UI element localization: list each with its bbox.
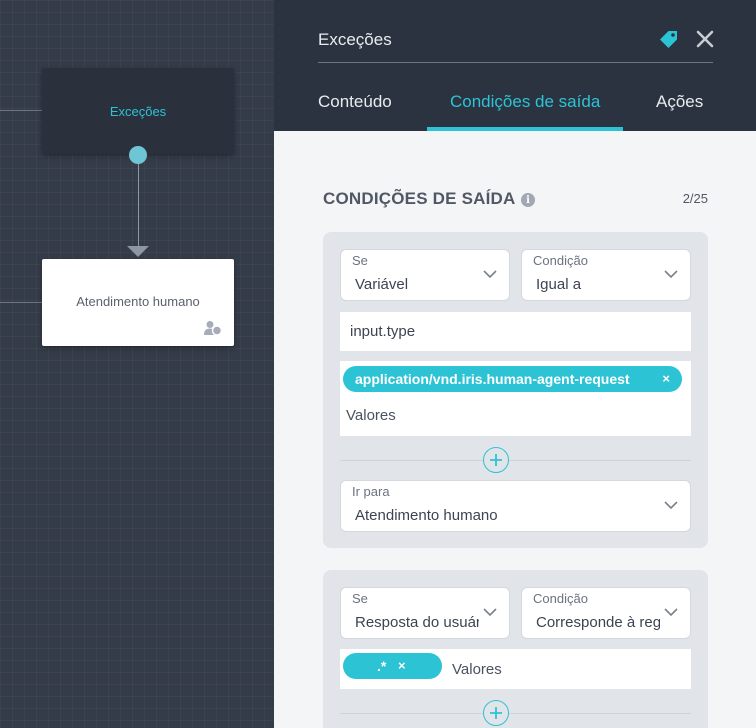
variable-input[interactable]: input.type — [340, 312, 691, 351]
goto-select-value: Atendimento humano — [355, 507, 498, 524]
tab-exit-conditions[interactable]: Condições de saída — [450, 92, 600, 112]
plus-circle-icon — [490, 707, 502, 719]
connector-arrow — [127, 246, 149, 257]
values-input[interactable]: .* × Valores — [340, 649, 691, 689]
condition-select-value: Corresponde à regex — [536, 614, 660, 631]
chevron-down-icon — [483, 270, 497, 279]
condition-select[interactable]: Condição Igual a — [521, 249, 691, 301]
if-select[interactable]: Se Resposta do usuário — [340, 587, 510, 639]
incoming-edge — [0, 110, 42, 111]
output-port[interactable] — [129, 146, 147, 164]
condition-select[interactable]: Condição Corresponde à regex — [521, 587, 691, 639]
users-icon — [204, 321, 222, 336]
value-chip-label: application/vnd.iris.human-agent-request — [355, 371, 630, 387]
conditions-counter: 2/25 — [682, 191, 708, 206]
title-divider — [318, 62, 713, 63]
card-divider — [340, 460, 691, 461]
flow-canvas[interactable]: Exceções Atendimento humano — [0, 0, 274, 728]
node-human-service[interactable]: Atendimento humano — [42, 259, 234, 346]
values-placeholder: Valores — [346, 407, 396, 424]
node-exceptions[interactable]: Exceções — [42, 68, 234, 154]
condition-select-value: Igual a — [536, 276, 582, 293]
section-title: CONDIÇÕES DE SAÍDA — [323, 189, 516, 208]
properties-panel: Exceções Conteúdo Condições de saída Açõ… — [274, 0, 756, 728]
remove-chip-icon[interactable]: × — [398, 658, 406, 673]
if-select-label: Se — [352, 253, 368, 268]
value-chip: application/vnd.iris.human-agent-request… — [343, 366, 682, 392]
active-tab-indicator — [427, 127, 623, 131]
add-condition-button[interactable] — [483, 447, 509, 473]
plus-circle-icon — [490, 454, 502, 466]
panel-title[interactable]: Exceções — [318, 30, 392, 50]
if-select-value: Resposta do usuário — [355, 614, 479, 631]
condition-card: Se Resposta do usuário Condição Correspo… — [323, 570, 708, 728]
add-condition-button[interactable] — [483, 700, 509, 726]
condition-card: Se Variável Condição Igual a input.type … — [323, 232, 708, 548]
goto-select[interactable]: Ir para Atendimento humano — [340, 480, 691, 532]
tab-content[interactable]: Conteúdo — [318, 92, 392, 112]
tag-icon[interactable] — [657, 27, 681, 51]
card-divider — [340, 713, 691, 714]
condition-select-label: Condição — [533, 253, 588, 268]
values-placeholder: Valores — [452, 661, 502, 678]
chevron-down-icon — [664, 608, 678, 617]
if-select[interactable]: Se Variável — [340, 249, 510, 301]
remove-chip-icon[interactable]: × — [662, 371, 670, 386]
chevron-down-icon — [664, 501, 678, 510]
variable-input-value: input.type — [350, 323, 416, 340]
connector-line — [138, 160, 139, 248]
panel-header: Exceções Conteúdo Condições de saída Açõ… — [274, 0, 756, 131]
if-select-label: Se — [352, 591, 368, 606]
close-icon[interactable] — [695, 29, 715, 49]
condition-select-label: Condição — [533, 591, 588, 606]
value-chip: .* × — [343, 653, 442, 679]
goto-select-label: Ir para — [352, 484, 390, 499]
node-exceptions-title: Exceções — [109, 103, 167, 119]
tab-actions[interactable]: Ações — [656, 92, 703, 112]
node-human-service-title: Atendimento humano — [76, 294, 200, 309]
chevron-down-icon — [483, 608, 497, 617]
values-input[interactable]: application/vnd.iris.human-agent-request… — [340, 361, 691, 436]
chevron-down-icon — [664, 270, 678, 279]
incoming-edge — [0, 302, 42, 303]
value-chip-label: .* — [377, 658, 387, 674]
info-icon[interactable]: i — [521, 193, 535, 207]
if-select-value: Variável — [355, 276, 409, 293]
